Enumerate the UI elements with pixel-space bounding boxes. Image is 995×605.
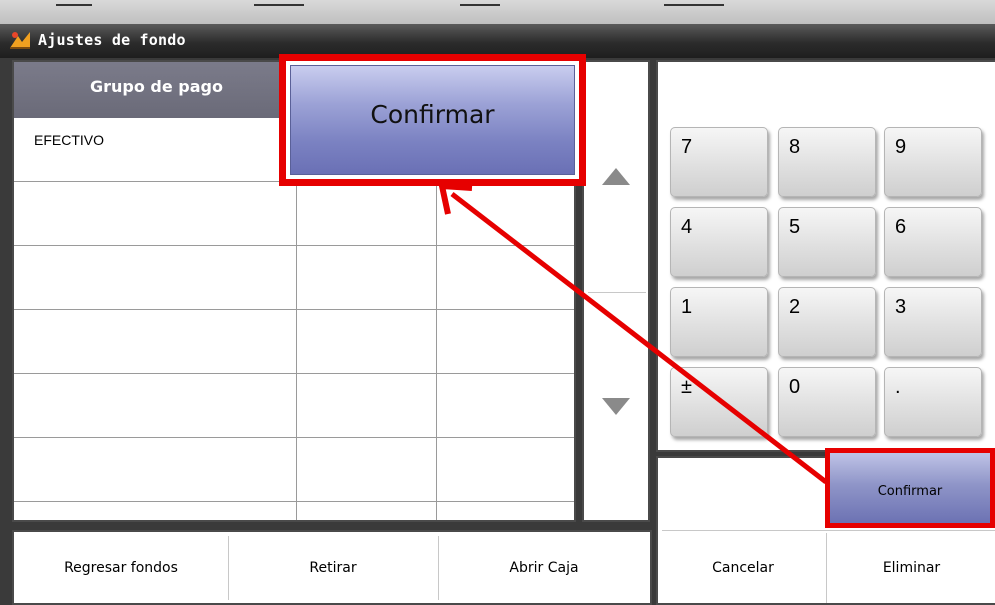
zoomed-confirm-face: Confirmar — [290, 65, 575, 175]
cancel-button[interactable]: Cancelar — [662, 533, 824, 603]
numpad-key-decimal[interactable]: . — [884, 367, 982, 437]
table-row[interactable] — [14, 374, 574, 438]
numpad-key-label: 2 — [789, 296, 801, 318]
numpad-key-label: 5 — [789, 216, 801, 238]
return-funds-button[interactable]: Regresar fondos — [16, 533, 226, 603]
open-register-button[interactable]: Abrir Caja — [440, 533, 648, 603]
numpad-key-9[interactable]: 9 — [884, 127, 982, 197]
delete-button[interactable]: Eliminar — [828, 533, 995, 603]
numpad-key-4[interactable]: 4 — [670, 207, 768, 277]
numpad-key-label: . — [895, 376, 901, 398]
table-row[interactable] — [14, 310, 574, 374]
zoomed-confirm-label: Confirmar — [370, 100, 495, 129]
column-header-payment-group: Grupo de pago — [90, 77, 223, 96]
numpad-key-8[interactable]: 8 — [778, 127, 876, 197]
withdraw-button[interactable]: Retirar — [230, 533, 436, 603]
background-window-strip — [0, 0, 995, 25]
numpad-key-0[interactable]: 0 — [778, 367, 876, 437]
numpad-key-2[interactable]: 2 — [778, 287, 876, 357]
numpad-key-label: 8 — [789, 136, 801, 158]
numpad-key-1[interactable]: 1 — [670, 287, 768, 357]
window-title: Ajustes de fondo — [38, 31, 186, 49]
numpad-key-label: 4 — [681, 216, 693, 238]
numpad-key-label: 7 — [681, 136, 693, 158]
action-divider — [662, 530, 995, 531]
numpad-key-label: 0 — [789, 376, 801, 398]
scroll-divider — [588, 292, 646, 293]
confirm-button[interactable]: Confirmar — [825, 448, 995, 528]
table-row[interactable] — [14, 438, 574, 502]
numpad-key-label: 1 — [681, 296, 693, 318]
app-icon — [10, 32, 30, 49]
numpad-key-6[interactable]: 6 — [884, 207, 982, 277]
confirm-button-label: Confirmar — [877, 484, 943, 499]
numpad-key-label: 3 — [895, 296, 907, 318]
scroll-down-arrow-icon[interactable] — [602, 398, 630, 415]
numpad-key-3[interactable]: 3 — [884, 287, 982, 357]
table-row[interactable] — [14, 182, 574, 246]
numpad-key-label: 6 — [895, 216, 907, 238]
scroll-up-arrow-icon[interactable] — [602, 168, 630, 185]
action-separator — [826, 533, 827, 603]
zoomed-confirm-callout[interactable]: Confirmar — [279, 54, 586, 186]
bottom-separator — [228, 536, 229, 600]
numpad-key-plus-minus[interactable]: ± — [670, 367, 768, 437]
numpad-key-7[interactable]: 7 — [670, 127, 768, 197]
scroll-panel — [582, 60, 650, 522]
numpad-key-5[interactable]: 5 — [778, 207, 876, 277]
table-row[interactable] — [14, 246, 574, 310]
numpad-key-label: ± — [681, 376, 692, 398]
bottom-separator — [438, 536, 439, 600]
payment-group-cell: EFECTIVO — [34, 132, 105, 148]
numpad-key-label: 9 — [895, 136, 907, 158]
title-bar: Ajustes de fondo — [0, 24, 995, 58]
